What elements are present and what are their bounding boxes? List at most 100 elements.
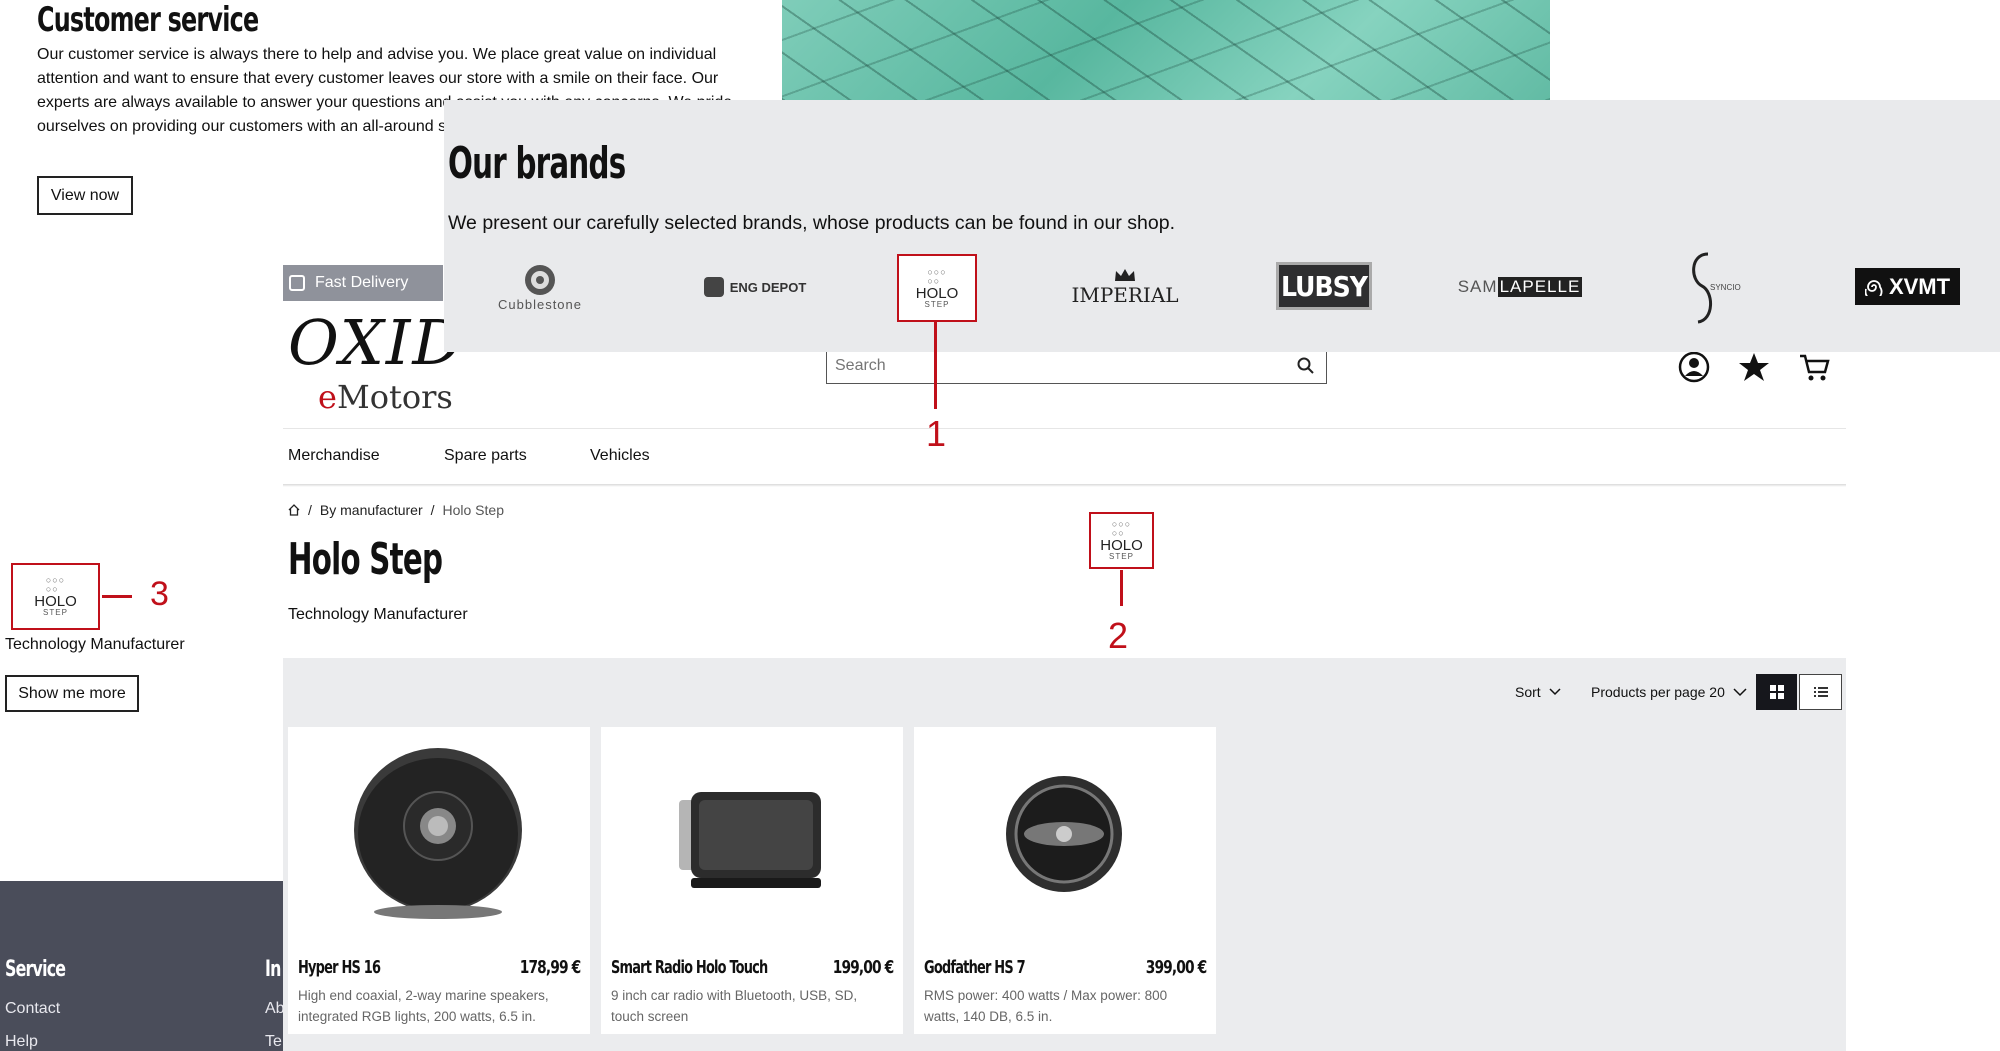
widget-description: Technology Manufacturer	[5, 636, 185, 653]
callout-line-1	[934, 322, 937, 409]
breadcrumb: / By manufacturer / Holo Step	[288, 502, 504, 518]
home-icon[interactable]	[288, 504, 300, 516]
product-price: 199,00 €	[832, 957, 894, 978]
account-icon[interactable]	[1677, 350, 1711, 384]
show-me-more-button[interactable]: Show me more	[5, 675, 139, 712]
breadcrumb-by-manufacturer[interactable]: By manufacturer	[320, 502, 423, 518]
product-description: High end coaxial, 2-way marine speakers,…	[298, 988, 549, 1024]
nav-merchandise[interactable]: Merchandise	[288, 447, 380, 465]
dots-icon: ○○○ ○○	[927, 266, 947, 286]
brand-syncio[interactable]: SYNCIO	[1680, 250, 1741, 326]
product-card[interactable]: Godfather HS 7 399,00 € RMS power: 400 w…	[914, 727, 1216, 1034]
page-title: Holo Step	[288, 534, 443, 585]
shop-logo-top[interactable]: OXID	[288, 312, 464, 374]
nav-shadow	[283, 484, 1846, 487]
list-icon	[1814, 687, 1828, 697]
fast-delivery-label: Fast Delivery	[315, 274, 409, 291]
logo-motors: Motors	[336, 378, 453, 416]
product-name[interactable]: Smart Radio Holo Touch	[611, 957, 768, 978]
eng-depot-icon	[703, 277, 724, 297]
brand-eng-depot[interactable]: ENG DEPOT	[680, 255, 830, 319]
car-radio-image	[679, 792, 821, 888]
breadcrumb-current: Holo Step	[442, 502, 504, 518]
banner-image	[782, 0, 1550, 100]
logo-text-bottom: STEP	[43, 608, 68, 617]
products-per-page-dropdown[interactable]: Products per page 20	[1591, 684, 1747, 700]
nav-spare-parts[interactable]: Spare parts	[444, 447, 527, 465]
brand-name: ENG DEPOT	[729, 279, 807, 295]
chevron-down-icon	[1733, 687, 1747, 696]
list-view-button[interactable]	[1799, 674, 1842, 710]
footer-terms-link[interactable]: Te	[265, 1033, 282, 1051]
crown-icon	[1115, 269, 1135, 281]
brand-sam-lapelle[interactable]: SAM LAPELLE	[1458, 255, 1583, 319]
logo-text-bottom: STEP	[1109, 552, 1134, 561]
brands-title: Our brands	[448, 138, 626, 189]
nav-vehicles[interactable]: Vehicles	[590, 447, 650, 465]
wishlist-star-icon[interactable]	[1737, 350, 1771, 384]
callout-number-3: 3	[150, 575, 169, 613]
brand-cubblestone[interactable]: Cubblestone	[480, 255, 600, 319]
holo-step-logo: ○○○ ○○ HOLO STEP	[1091, 514, 1152, 567]
brand-holo-step-highlight[interactable]: ○○○ ○○ HOLO STEP	[897, 254, 977, 322]
dots-icon: ○○○ ○○	[45, 575, 66, 594]
view-now-button[interactable]: View now	[37, 176, 133, 215]
customer-service-title: Customer service	[37, 0, 259, 40]
spiral-icon	[1864, 279, 1883, 296]
brand-name: Cubblestone	[498, 296, 582, 312]
logo-text-bottom: STEP	[924, 299, 950, 309]
shop-logo-bottom[interactable]: eMotors	[318, 378, 453, 416]
speaker-image	[354, 748, 522, 919]
brand-name: SYNCIO	[1710, 283, 1741, 292]
search-icon[interactable]	[1296, 356, 1316, 376]
coaxial-speaker-image	[1006, 776, 1122, 892]
product-name[interactable]: Godfather HS 7	[924, 957, 1026, 978]
callout-line-2	[1120, 570, 1123, 606]
footer-about-link[interactable]: Ab	[265, 1000, 285, 1018]
manufacturer-description: Technology Manufacturer	[288, 606, 468, 623]
products-per-page-label: Products per page 20	[1591, 684, 1725, 700]
holo-step-logo: ○○○ ○○ HOLO STEP	[13, 565, 98, 628]
manufacturer-logo-highlight: ○○○ ○○ HOLO STEP	[1089, 512, 1154, 569]
breadcrumb-separator: /	[430, 502, 435, 518]
search-box	[826, 347, 1327, 384]
fast-delivery-bar: Fast Delivery	[283, 265, 443, 301]
brand-lubsy[interactable]: LUBSY	[1276, 262, 1372, 310]
sort-label: Sort	[1515, 684, 1541, 700]
brands-subtitle: We present our carefully selected brands…	[448, 212, 1175, 234]
brand-name: XVMT	[1888, 273, 1951, 299]
footer-contact-link[interactable]: Contact	[5, 1000, 60, 1018]
brand-imperial[interactable]: IMPERIAL	[1070, 255, 1180, 319]
callout-line-3	[102, 595, 132, 598]
nav-divider	[283, 428, 1846, 429]
product-card[interactable]: Smart Radio Holo Touch 199,00 € 9 inch c…	[601, 727, 903, 1034]
logo-text-top: HOLO	[34, 593, 77, 610]
product-description: 9 inch car radio with Bluetooth, USB, SD…	[611, 988, 858, 1024]
product-card[interactable]: Hyper HS 16 178,99 € High end coaxial, 2…	[288, 727, 590, 1034]
grid-view-button[interactable]	[1756, 674, 1797, 710]
chevron-down-icon	[1549, 688, 1561, 696]
product-name[interactable]: Hyper HS 16	[298, 957, 381, 978]
callout-number-2: 2	[1108, 615, 1129, 656]
brand-name: IMPERIAL	[1071, 283, 1179, 307]
callout-number-1: 1	[926, 413, 947, 454]
breadcrumb-separator: /	[308, 502, 312, 518]
product-description: RMS power: 400 watts / Max power: 800 wa…	[924, 988, 1168, 1024]
holo-step-logo-highlight[interactable]: ○○○ ○○ HOLO STEP	[11, 563, 100, 630]
grid-icon	[1770, 685, 1784, 699]
logo-e: e	[318, 378, 337, 416]
footer-help-link[interactable]: Help	[5, 1033, 38, 1051]
dots-icon: ○○○ ○○	[1111, 519, 1132, 538]
brand-xvmt[interactable]: XVMT	[1855, 268, 1960, 305]
product-price: 399,00 €	[1145, 957, 1207, 978]
search-input[interactable]	[835, 354, 1275, 378]
cart-icon[interactable]	[1797, 350, 1831, 384]
brand-name-first: SAM	[1457, 277, 1498, 296]
sort-dropdown[interactable]: Sort	[1515, 684, 1561, 700]
holo-step-logo: ○○○ ○○ HOLO STEP	[899, 256, 975, 320]
logo-text-top: HOLO	[1100, 537, 1143, 554]
brand-name-second: LAPELLE	[1497, 277, 1583, 297]
truck-icon	[289, 275, 305, 291]
footer-info-heading: In	[265, 957, 281, 982]
footer-service-heading: Service	[5, 957, 66, 982]
